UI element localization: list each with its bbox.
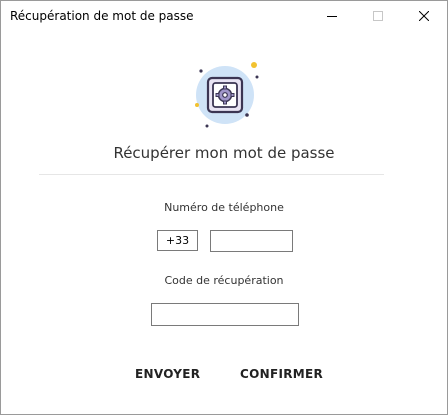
divider (39, 174, 384, 175)
confirm-button[interactable]: CONFIRMER (240, 367, 323, 381)
country-code-field[interactable]: +33 (157, 230, 198, 251)
phone-number-input[interactable] (210, 230, 293, 252)
app-window: Récupération de mot de passe Récupérer m… (0, 0, 448, 415)
minimize-icon (327, 16, 337, 17)
gear-box-icon (195, 62, 259, 128)
close-icon (419, 11, 429, 21)
send-button[interactable]: ENVOYER (135, 367, 200, 381)
page-heading: Récupérer mon mot de passe (113, 144, 335, 162)
maximize-button[interactable] (355, 1, 401, 32)
title-bar: Récupération de mot de passe (1, 1, 447, 32)
window-title: Récupération de mot de passe (10, 9, 194, 23)
minimize-button[interactable] (309, 1, 355, 32)
maximize-icon (373, 11, 383, 21)
phone-label: Numéro de téléphone (164, 201, 284, 214)
close-button[interactable] (401, 1, 447, 32)
recovery-code-input[interactable] (151, 303, 299, 326)
recovery-code-label: Code de récupération (164, 274, 284, 287)
